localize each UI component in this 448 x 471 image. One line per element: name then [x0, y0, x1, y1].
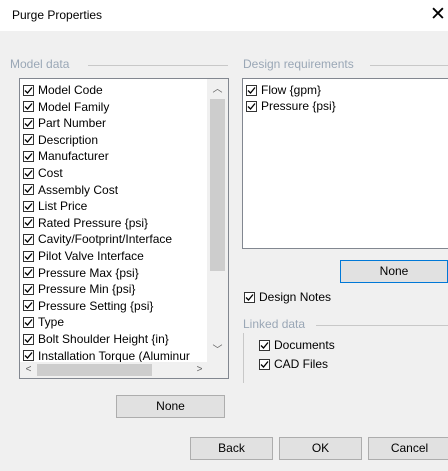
linked-data-label: CAD Files	[274, 357, 329, 371]
check-icon	[23, 184, 34, 196]
check-icon	[23, 316, 34, 328]
design-requirements-group-label: Design requirements	[243, 57, 357, 71]
list-item-label: Pressure {psi}	[261, 99, 336, 113]
list-item[interactable]: Pressure {psi}	[246, 98, 336, 114]
design-requirements-list[interactable]: Flow {gpm} Pressure {psi}	[242, 78, 448, 249]
check-icon	[259, 339, 270, 351]
check-icon	[23, 101, 34, 113]
list-item[interactable]: Pressure Max {psi}	[23, 265, 139, 281]
scroll-up-icon[interactable]: ︿	[209, 83, 226, 97]
list-item-label: Bolt Shoulder Height {in}	[38, 332, 169, 346]
cancel-button[interactable]: Cancel	[368, 437, 448, 460]
list-item[interactable]: Cost	[23, 165, 63, 181]
list-item[interactable]: Pressure Setting {psi}	[23, 298, 153, 314]
list-item-label: Manufacturer	[38, 149, 109, 164]
scroll-right-icon[interactable]: >	[191, 363, 208, 377]
model-data-none-button[interactable]: None	[116, 395, 225, 418]
linked-data-group-label: Linked data	[243, 317, 309, 331]
back-button[interactable]: Back	[190, 437, 273, 460]
window-title: Purge Properties	[12, 8, 103, 22]
list-item-label: Part Number	[38, 116, 107, 131]
list-item[interactable]: Assembly Cost	[23, 182, 118, 198]
design-requirements-none-button[interactable]: None	[340, 260, 448, 283]
list-item-label: Pilot Valve Interface	[38, 249, 144, 263]
check-icon	[23, 350, 34, 362]
list-item-label: Model Family	[38, 99, 110, 114]
list-item[interactable]: Cavity/Footprint/Interface	[23, 231, 172, 247]
model-data-divider	[88, 65, 228, 66]
purge-properties-dialog: Purge Properties ✕ Model data Model Code…	[0, 0, 448, 471]
list-item[interactable]: Pilot Valve Interface	[23, 248, 144, 264]
list-item[interactable]: Type	[23, 314, 64, 330]
check-icon	[246, 84, 257, 96]
list-item-label: Description	[38, 132, 99, 147]
list-item-label: List Price	[38, 199, 88, 214]
check-icon	[23, 300, 34, 312]
list-item[interactable]: Description	[23, 132, 98, 148]
list-item[interactable]: List Price	[23, 198, 87, 214]
model-data-list[interactable]: Model Code Model Family Part Number Descrip…	[19, 78, 229, 379]
horizontal-scrollbar[interactable]: < >	[20, 362, 228, 378]
check-icon	[23, 117, 34, 129]
horizontal-scroll-thumb[interactable]	[37, 364, 152, 376]
list-item[interactable]: Bolt Shoulder Height {in}	[23, 331, 169, 347]
check-icon	[23, 134, 34, 146]
list-item-label: Installation Torque (Aluminur	[38, 348, 190, 363]
list-item-label: Rated Pressure {psi}	[38, 215, 149, 230]
list-item-label: Assembly Cost	[38, 182, 119, 197]
list-item-label: Cavity/Footprint/Interface	[38, 232, 173, 247]
scroll-left-icon[interactable]: <	[20, 363, 37, 377]
list-item-label: Model Code	[38, 83, 103, 97]
scroll-thumb[interactable]	[210, 99, 225, 271]
scroll-down-icon[interactable]: ﹀	[209, 344, 226, 358]
check-icon	[23, 283, 34, 295]
list-item-label: Pressure Max {psi}	[38, 265, 139, 280]
check-icon	[23, 267, 34, 279]
list-item-label: Pressure Setting {psi}	[38, 298, 154, 313]
title-bar: Purge Properties ✕	[0, 0, 448, 31]
list-item[interactable]: Pressure Min {psi}	[23, 281, 135, 297]
list-item[interactable]: Model Family	[23, 99, 109, 115]
list-item[interactable]: Model Code	[23, 82, 103, 98]
close-icon[interactable]: ✕	[428, 3, 448, 27]
check-icon	[246, 100, 257, 112]
check-icon	[244, 291, 255, 303]
list-item[interactable]: Rated Pressure {psi}	[23, 215, 148, 231]
list-item[interactable]: Part Number	[23, 115, 106, 131]
list-item[interactable]: Flow {gpm}	[246, 82, 321, 98]
check-icon	[23, 217, 34, 229]
check-icon	[23, 167, 34, 179]
model-data-group-label: Model data	[10, 57, 73, 71]
check-icon	[259, 358, 270, 370]
list-item-label: Flow {gpm}	[261, 83, 322, 97]
design-notes-checkbox[interactable]: Design Notes	[244, 290, 331, 304]
ok-button[interactable]: OK	[279, 437, 362, 460]
check-icon	[23, 250, 34, 262]
list-item-label: Type	[38, 315, 65, 330]
linked-data-label: Documents	[274, 338, 335, 352]
design-requirements-divider	[370, 65, 448, 66]
list-item-label: Pressure Min {psi}	[38, 282, 136, 297]
check-icon	[23, 200, 34, 212]
check-icon	[23, 84, 34, 96]
list-item-label: Cost	[38, 166, 63, 180]
check-icon	[23, 333, 34, 345]
linked-data-checkbox[interactable]: CAD Files	[259, 357, 328, 371]
list-item[interactable]: Manufacturer	[23, 148, 109, 164]
check-icon	[23, 150, 34, 162]
vertical-scrollbar[interactable]: ︿ ﹀	[207, 79, 228, 362]
linked-data-checkbox[interactable]: Documents	[259, 338, 335, 352]
check-icon	[23, 233, 34, 245]
design-notes-label: Design Notes	[259, 290, 332, 304]
linked-data-divider	[316, 325, 448, 326]
